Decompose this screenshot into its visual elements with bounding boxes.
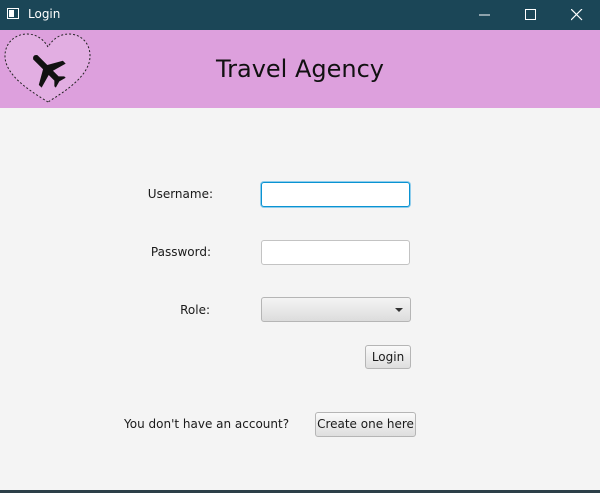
window-title: Login [28, 7, 61, 21]
header-banner: Travel Agency [0, 30, 600, 108]
password-input[interactable] [261, 240, 410, 265]
login-button[interactable]: Login [365, 345, 411, 369]
maximize-button[interactable] [508, 0, 554, 30]
window-title-bar: Login [0, 0, 600, 30]
create-account-button[interactable]: Create one here [315, 412, 416, 437]
password-label: Password: [150, 245, 211, 259]
role-label: Role: [180, 303, 210, 317]
no-account-text: You don't have an account? [124, 417, 290, 431]
minimize-icon [479, 14, 490, 16]
login-form: Username: Password: Role: Login You don'… [0, 108, 600, 490]
app-title: Travel Agency [216, 55, 384, 83]
app-window-icon [7, 8, 19, 19]
username-label: Username: [147, 187, 213, 201]
chevron-down-icon [395, 308, 403, 312]
role-select[interactable] [261, 297, 411, 322]
close-icon [571, 9, 583, 21]
minimize-button[interactable] [462, 0, 508, 30]
close-button[interactable] [554, 0, 600, 30]
username-input[interactable] [261, 182, 410, 207]
maximize-icon [525, 9, 536, 20]
